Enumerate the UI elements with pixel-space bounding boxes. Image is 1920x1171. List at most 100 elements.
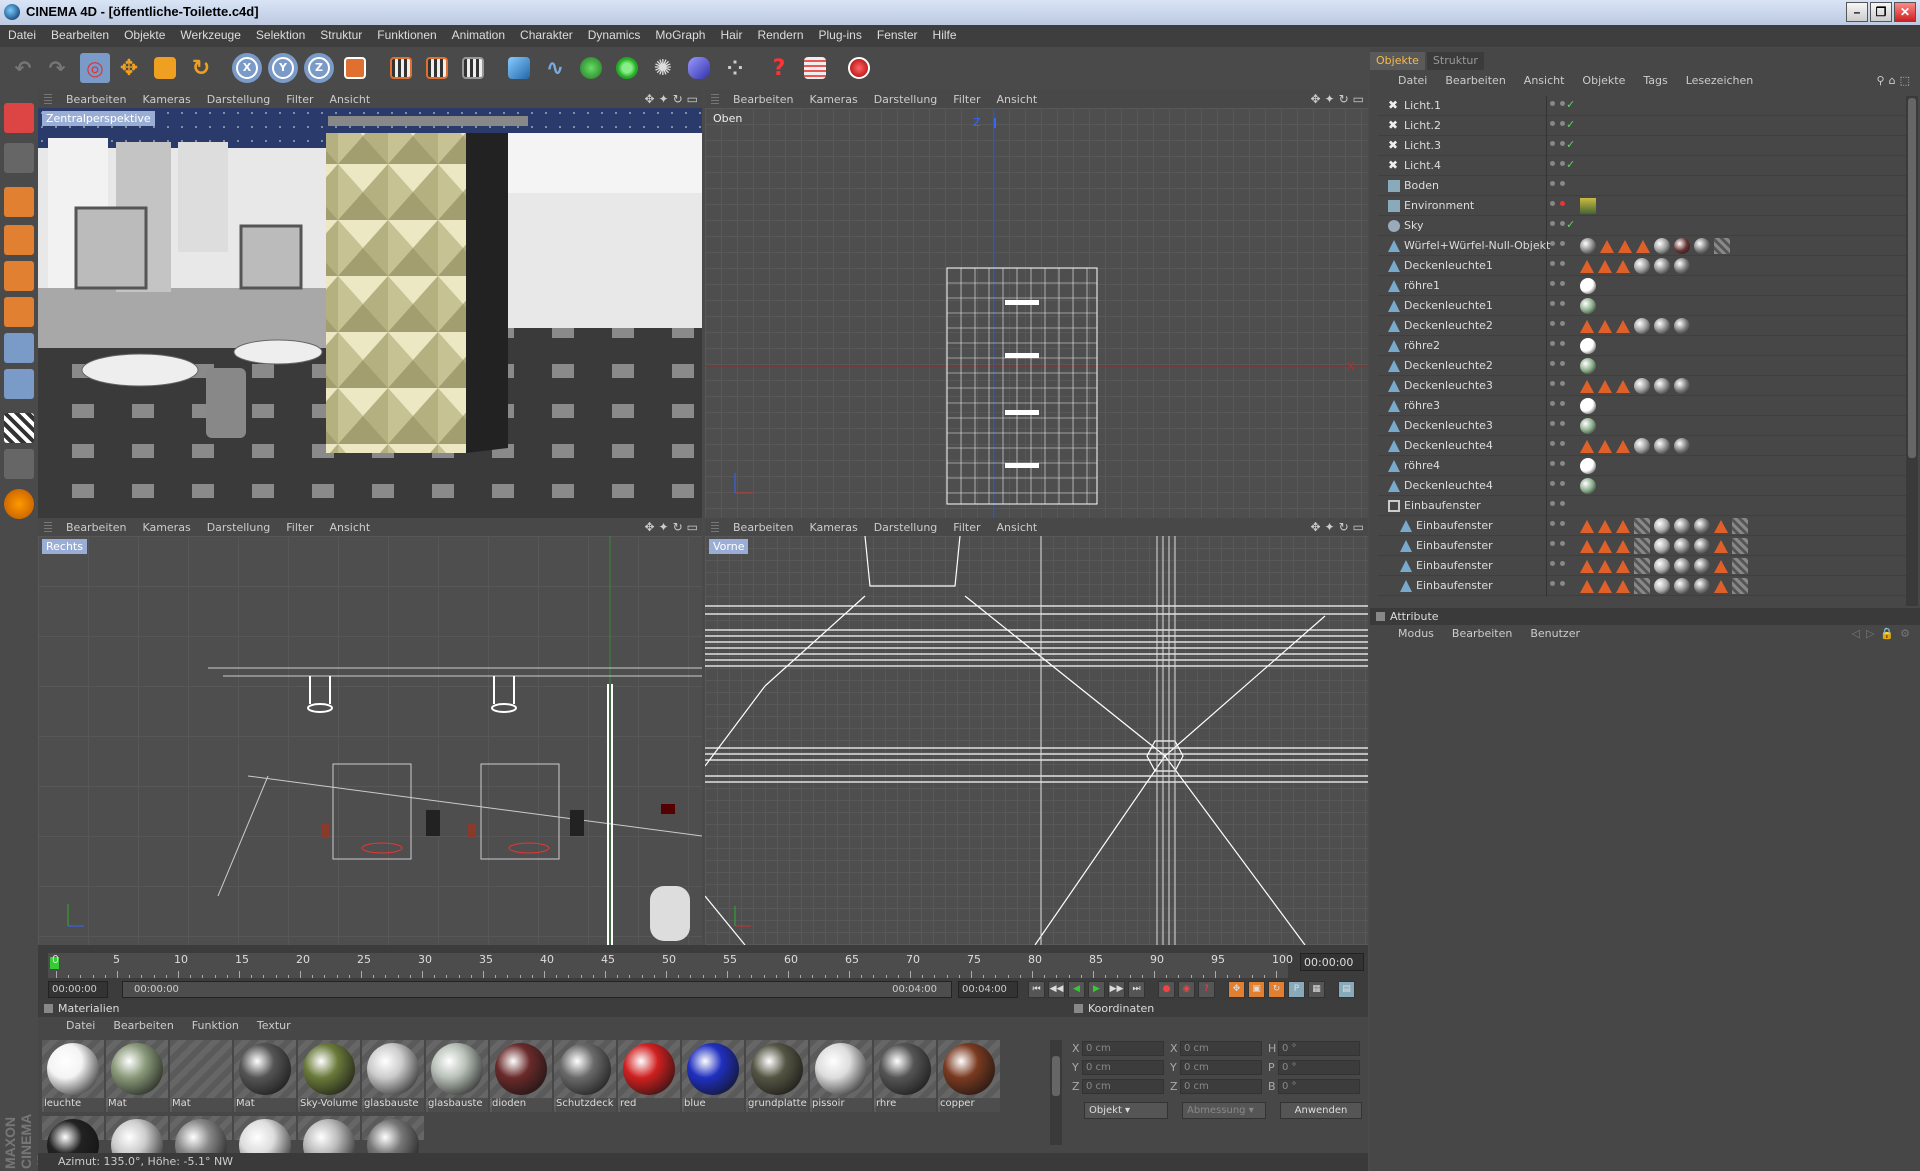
workplane-icon[interactable] [4, 449, 34, 479]
objects-menu-objekte[interactable]: Objekte [1574, 72, 1635, 90]
editor-visibility-dot[interactable] [1550, 361, 1555, 366]
phong-tag-icon[interactable] [1580, 440, 1594, 453]
materials-menu-funktion[interactable]: Funktion [184, 1017, 249, 1035]
next-key-icon[interactable]: ▶▶ [1108, 981, 1125, 998]
material-swatch[interactable]: blue [682, 1040, 744, 1112]
viewport-menu-kameras[interactable]: Kameras [801, 518, 865, 536]
phong-tag-icon[interactable] [1598, 560, 1612, 573]
pan-icon[interactable]: ✥ [644, 520, 654, 534]
rotate-view-icon[interactable]: ↻ [1339, 92, 1349, 106]
material-tag-icon[interactable] [1654, 318, 1670, 334]
phong-tag-icon[interactable] [1616, 440, 1630, 453]
render-visibility-dot[interactable] [1560, 361, 1565, 366]
record-icon[interactable]: ● [1158, 981, 1175, 998]
search-icon[interactable]: ⚲ [1877, 74, 1885, 87]
end-time-field[interactable]: 00:04:00 [958, 981, 1018, 998]
render-visibility-dot[interactable] [1560, 181, 1565, 186]
close-button[interactable]: ✕ [1894, 2, 1916, 22]
maximize-view-icon[interactable]: ▭ [687, 520, 698, 534]
material-tag-icon[interactable] [1654, 378, 1670, 394]
material-tag-icon[interactable] [1694, 558, 1710, 574]
render-view-icon[interactable] [386, 53, 416, 83]
forward-icon[interactable]: ▷ [1866, 627, 1874, 640]
object-row[interactable]: Deckenleuchte3 [1378, 416, 1908, 436]
phong-tag-icon[interactable] [1598, 380, 1612, 393]
material-swatch[interactable]: pissoir [810, 1040, 872, 1112]
object-row[interactable]: Deckenleuchte1 [1378, 256, 1908, 276]
coordinate-value-field[interactable]: 0 cm [1082, 1060, 1164, 1075]
phong-tag-icon[interactable] [1600, 240, 1614, 253]
material-tag-icon[interactable] [1654, 538, 1670, 554]
phong-tag-icon[interactable] [1714, 560, 1728, 573]
menu-fenster[interactable]: Fenster [869, 25, 925, 47]
redo-icon[interactable]: ↷ [42, 53, 72, 83]
editor-visibility-dot[interactable] [1550, 461, 1555, 466]
material-swatch[interactable]: Schutzdeck [554, 1040, 616, 1112]
viewport-menu-kameras[interactable]: Kameras [134, 90, 198, 108]
rotate-view-icon[interactable]: ↻ [673, 520, 683, 534]
render-visibility-dot[interactable] [1560, 221, 1565, 226]
coordinate-value-field[interactable]: 0 cm [1180, 1079, 1262, 1094]
editor-visibility-dot[interactable] [1550, 581, 1555, 586]
phong-tag-icon[interactable] [1580, 320, 1594, 333]
material-tag-icon[interactable] [1674, 238, 1690, 254]
play-backward-icon[interactable]: ◀ [1068, 981, 1085, 998]
visibility-dots[interactable] [1550, 561, 1566, 571]
render-visibility-dot[interactable] [1560, 261, 1565, 266]
preview-range-slider[interactable]: 00:00:00 00:04:00 [122, 981, 952, 998]
menu-funktionen[interactable]: Funktionen [369, 25, 443, 47]
use-model-icon[interactable] [4, 103, 34, 133]
viewport-menu-darstellung[interactable]: Darstellung [866, 90, 946, 108]
menu-bearbeiten[interactable]: Bearbeiten [43, 25, 116, 47]
visibility-dots[interactable] [1550, 261, 1566, 271]
menu-struktur[interactable]: Struktur [312, 25, 369, 47]
tab-objekte[interactable]: Objekte [1370, 52, 1425, 70]
rotate-view-icon[interactable]: ↻ [1339, 520, 1349, 534]
key-parameter-icon[interactable]: P [1288, 981, 1305, 998]
keyframe-selection-icon[interactable]: ? [1198, 981, 1215, 998]
use-polygons-icon[interactable] [4, 261, 34, 291]
editor-visibility-dot[interactable] [1550, 501, 1555, 506]
phong-tag-icon[interactable] [1616, 260, 1630, 273]
materials-menu-bearbeiten[interactable]: Bearbeiten [105, 1017, 183, 1035]
cube-primitive-icon[interactable] [504, 53, 534, 83]
viewport-menu-bearbeiten[interactable]: Bearbeiten [58, 518, 134, 536]
phong-tag-icon[interactable] [1598, 580, 1612, 593]
texture-axis-icon[interactable] [4, 333, 34, 363]
phong-tag-icon[interactable] [1616, 520, 1630, 533]
objects-menu-ansicht[interactable]: Ansicht [1516, 72, 1575, 90]
coordinate-value-field[interactable]: 0 cm [1180, 1060, 1262, 1075]
web-icon[interactable] [844, 53, 874, 83]
y-axis-lock-button[interactable]: Y [268, 53, 298, 83]
rotate-view-icon[interactable]: ↻ [673, 92, 683, 106]
visibility-dots[interactable] [1550, 381, 1566, 391]
table-manager-icon[interactable] [800, 53, 830, 83]
coordinate-system-icon[interactable] [340, 53, 370, 83]
material-tag-icon[interactable] [1694, 518, 1710, 534]
render-visibility-dot[interactable] [1560, 481, 1565, 486]
editor-visibility-dot[interactable] [1550, 421, 1555, 426]
z-axis-lock-button[interactable]: Z [304, 53, 334, 83]
object-row[interactable]: Deckenleuchte2 [1378, 316, 1908, 336]
object-row[interactable]: Boden [1378, 176, 1908, 196]
objects-menu-tags[interactable]: Tags [1635, 72, 1677, 90]
visibility-dots[interactable] [1550, 581, 1566, 591]
texture-tag-icon[interactable] [1732, 578, 1748, 594]
object-row[interactable]: Deckenleuchte1 [1378, 296, 1908, 316]
phong-tag-icon[interactable] [1714, 540, 1728, 553]
phong-tag-icon[interactable] [1580, 560, 1594, 573]
render-visibility-dot[interactable] [1560, 461, 1565, 466]
material-tag-icon[interactable] [1674, 258, 1690, 274]
material-swatch[interactable] [42, 1116, 104, 1171]
attributes-menu-modus[interactable]: Modus [1390, 625, 1444, 643]
editor-visibility-dot[interactable] [1550, 401, 1555, 406]
array-icon[interactable] [612, 53, 642, 83]
maximize-view-icon[interactable]: ▭ [1353, 520, 1364, 534]
material-swatch[interactable]: Mat [170, 1040, 232, 1112]
phong-tag-icon[interactable] [1580, 380, 1594, 393]
timeline-ruler[interactable]: 0 5 10 15 20 25 30 35 40 45 50 55 60 65 70 75 80 85 90 95 10… [48, 953, 1293, 979]
help-cursor-icon[interactable]: ? [764, 53, 794, 83]
material-swatch[interactable]: Mat [106, 1040, 168, 1112]
material-tag-icon[interactable] [1580, 398, 1596, 414]
enabled-check-icon[interactable]: ✓ [1566, 98, 1575, 111]
